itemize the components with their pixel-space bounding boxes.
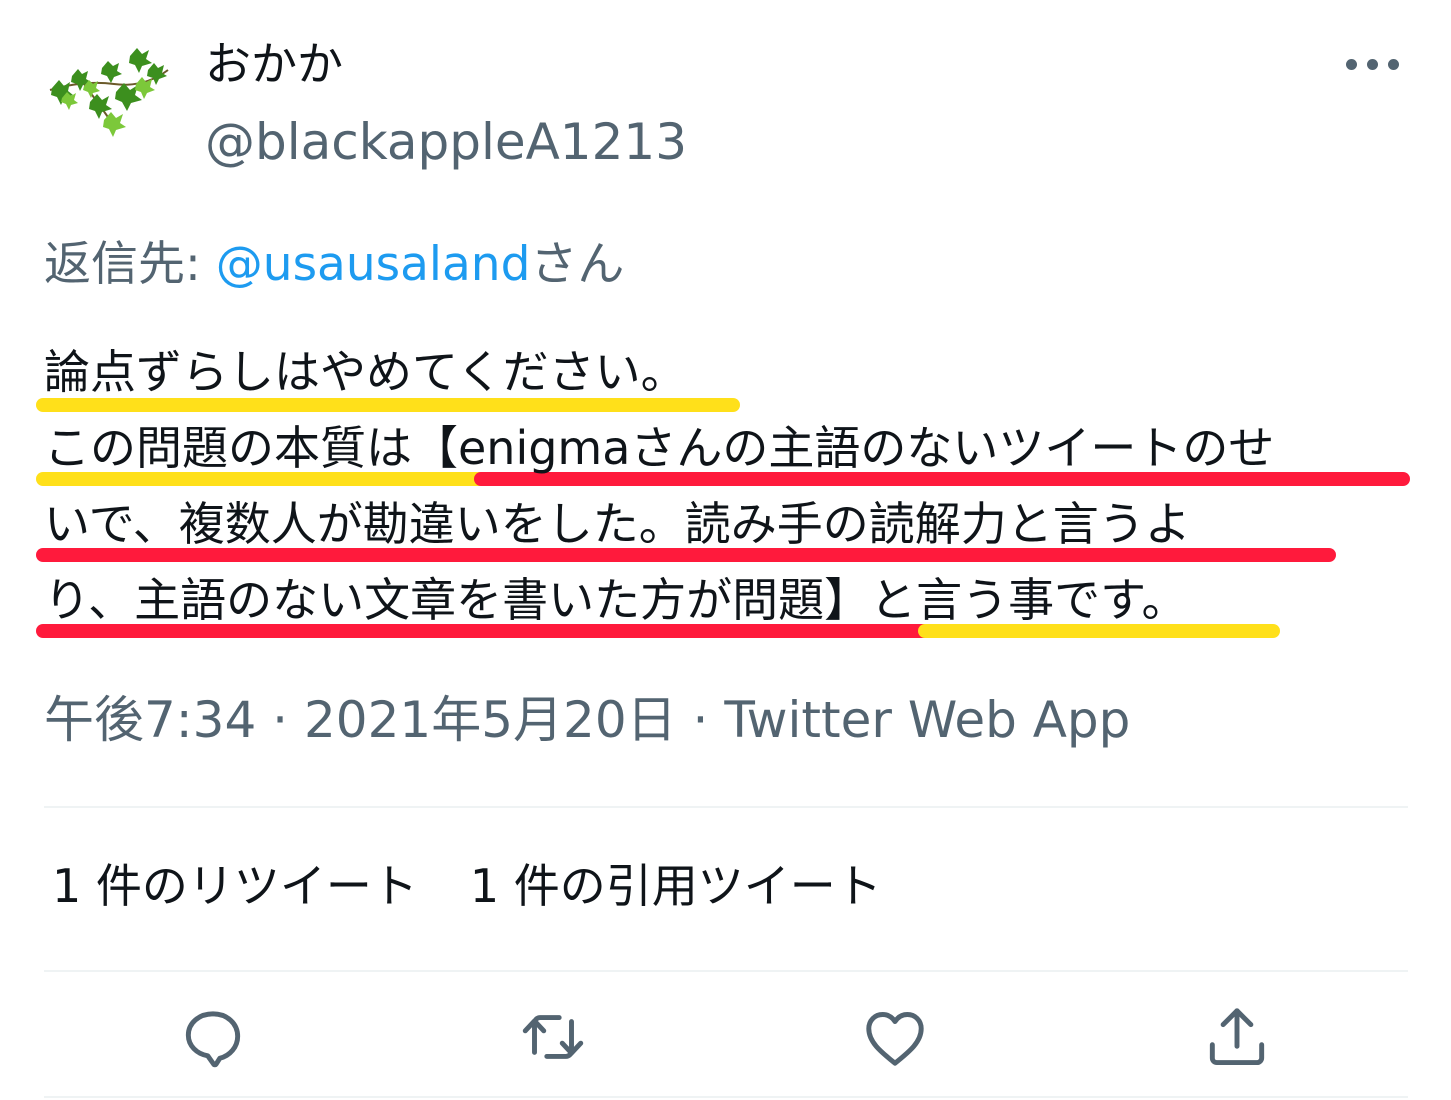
share-icon <box>1209 1008 1265 1066</box>
reply-icon <box>185 1011 241 1068</box>
more-horizontal-icon <box>1346 58 1357 70</box>
tweet-text-line: り、主語のない文章を書いた方が問題】と言う事です。 <box>44 573 1188 627</box>
meta-separator: · <box>676 691 725 749</box>
retweet-button[interactable] <box>516 1000 590 1074</box>
ivy-leaves-avatar-icon <box>49 48 169 137</box>
divider <box>44 1096 1408 1098</box>
like-button[interactable] <box>858 1000 932 1074</box>
reply-prefix: 返信先: <box>44 237 216 292</box>
reply-suffix: さん <box>530 237 625 292</box>
more-horizontal-icon <box>1388 58 1399 70</box>
action-bar <box>0 1000 1451 1074</box>
share-button[interactable] <box>1200 1000 1274 1074</box>
meta-separator: · <box>256 691 304 749</box>
retweet-count-link[interactable]: 1 件のリツイート <box>52 859 418 913</box>
display-name[interactable]: おかか <box>205 36 343 92</box>
tweet-metadata: 午後7:34 · 2021年5月20日 · Twitter Web App <box>44 690 1130 750</box>
tweet-card: おかか @blackappleA1213 返信先: @usausalandさん … <box>0 0 1451 1100</box>
tweet-text-line: この問題の本質は【enigmaさんの主語のないツイートのせ <box>44 421 1275 475</box>
retweet-icon <box>522 1015 584 1059</box>
username[interactable]: @blackappleA1213 <box>205 112 687 172</box>
tweet-stats: 1 件のリツイート 1 件の引用ツイート <box>52 858 882 914</box>
more-options-button[interactable] <box>1346 52 1406 76</box>
tweet-source[interactable]: Twitter Web App <box>724 691 1130 749</box>
more-horizontal-icon <box>1367 58 1378 70</box>
like-heart-icon <box>866 1012 924 1066</box>
quote-tweet-count-link[interactable]: 1 件の引用ツイート <box>470 859 882 913</box>
reply-context: 返信先: @usausalandさん <box>44 236 624 294</box>
reply-mention-link[interactable]: @usausaland <box>216 237 531 292</box>
tweet-time[interactable]: 午後7:34 <box>44 691 256 749</box>
divider <box>44 970 1408 972</box>
tweet-text-line: いで、複数人が勘違いをした。読み手の読解力と言うよ <box>44 497 1191 551</box>
highlight-underline-yellow <box>36 398 740 412</box>
tweet-date[interactable]: 2021年5月20日 <box>304 691 677 749</box>
divider <box>44 806 1408 808</box>
avatar[interactable] <box>44 40 172 140</box>
reply-button[interactable] <box>176 1000 250 1074</box>
tweet-text-line: 論点ずらしはやめてください。 <box>44 345 687 399</box>
